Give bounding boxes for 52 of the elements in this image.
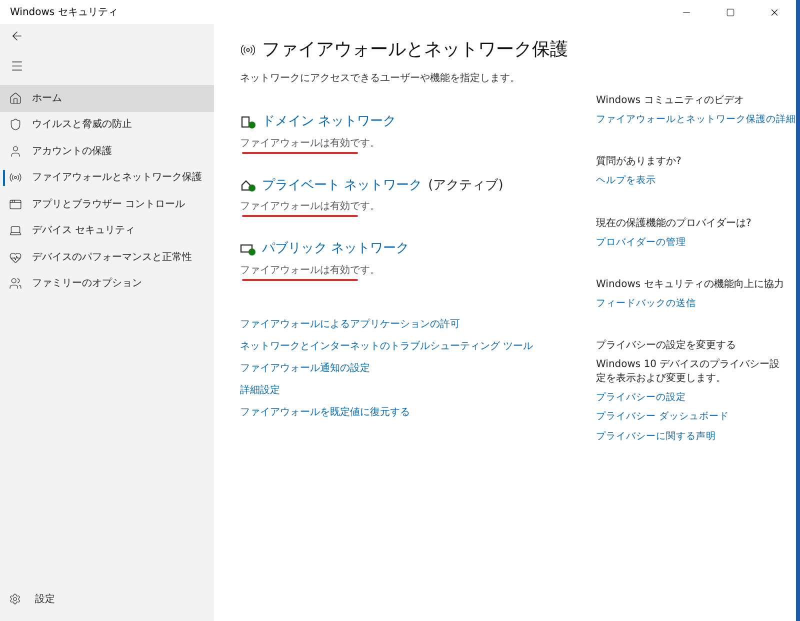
- maximize-icon: [726, 8, 734, 16]
- firewall-status: ファイアウォールは有効です。: [240, 136, 380, 150]
- laptop-icon: [9, 224, 22, 238]
- firewall-status: ファイアウォールは有効です。: [240, 200, 380, 214]
- people-icon: [9, 277, 22, 290]
- sidebar-item[interactable]: ウイルスと脅威の防止: [0, 112, 214, 138]
- network-link[interactable]: パブリック ネットワーク: [262, 239, 410, 258]
- sidebar-item[interactable]: ファミリーのオプション: [0, 270, 214, 297]
- network-status-icon: [240, 114, 256, 129]
- settings-link[interactable]: ネットワークとインターネットのトラブルシューティング ツール: [240, 338, 534, 354]
- aside-link[interactable]: プロバイダーの管理: [596, 236, 686, 250]
- settings-link[interactable]: ファイアウォールによるアプリケーションの許可: [240, 316, 460, 332]
- settings-link[interactable]: ファイアウォール通知の設定: [240, 360, 370, 376]
- heart-icon: [9, 250, 22, 264]
- aside-link[interactable]: フィードバックの送信: [596, 296, 696, 311]
- sidebar-item[interactable]: アカウントの保護: [0, 138, 214, 164]
- aside-link[interactable]: プライバシーの設定: [596, 391, 686, 406]
- person-icon: [9, 144, 22, 158]
- aside-heading: 現在の保護機能のプロバイダーは?: [596, 216, 752, 230]
- settings-link[interactable]: 詳細設定: [240, 382, 280, 398]
- active-label: (アクティブ): [428, 176, 504, 194]
- network-link[interactable]: プライベート ネットワーク: [262, 176, 422, 195]
- shield-icon: [9, 118, 22, 132]
- settings-item[interactable]: 設定: [0, 587, 214, 611]
- window-icon: [9, 198, 22, 211]
- sidebar-item[interactable]: ファイアウォールとネットワーク保護: [0, 164, 214, 191]
- settings-link[interactable]: ファイアウォールを既定値に復元する: [240, 404, 410, 420]
- aside-link[interactable]: ヘルプを表示: [596, 174, 656, 188]
- aside-heading: 質問がありますか?: [596, 155, 682, 170]
- aside-text: Windows 10 デバイスのプライバシー設定を表示および変更します。: [596, 358, 781, 386]
- sidebar-item[interactable]: アプリとブラウザー コントロール: [0, 191, 214, 218]
- aside-heading: Windows コミュニティのビデオ: [596, 94, 745, 108]
- firewall-status: ファイアウォールは有効です。: [240, 264, 380, 278]
- aside-heading: プライバシーの設定を変更する: [596, 339, 737, 353]
- antenna-icon: [9, 171, 22, 184]
- network-link[interactable]: ドメイン ネットワーク: [262, 112, 396, 132]
- sidebar-item[interactable]: デバイスのパフォーマンスと正常性: [0, 244, 214, 270]
- aside-link[interactable]: ファイアウォールとネットワーク保護の詳細: [596, 113, 796, 128]
- home-icon: [9, 92, 22, 105]
- menu-icon: [10, 59, 24, 73]
- page-title: ファイアウォールとネットワーク保護: [262, 38, 568, 62]
- aside-link[interactable]: プライバシーに関する声明: [596, 430, 716, 444]
- close-icon: [768, 6, 780, 18]
- network-status-icon: [240, 242, 256, 256]
- sidebar-item[interactable]: デバイス セキュリティ: [0, 218, 214, 244]
- network-status-icon: [240, 178, 256, 192]
- sidebar-item[interactable]: ホーム: [0, 85, 214, 112]
- settings-icon: [9, 593, 21, 605]
- window-title: Windows セキュリティ: [10, 6, 118, 20]
- aside-heading: Windows セキュリティの機能向上に協力: [596, 278, 785, 292]
- aside-link[interactable]: プライバシー ダッシュボード: [596, 410, 730, 424]
- page-description: ネットワークにアクセスできるユーザーや機能を指定します。: [240, 72, 521, 86]
